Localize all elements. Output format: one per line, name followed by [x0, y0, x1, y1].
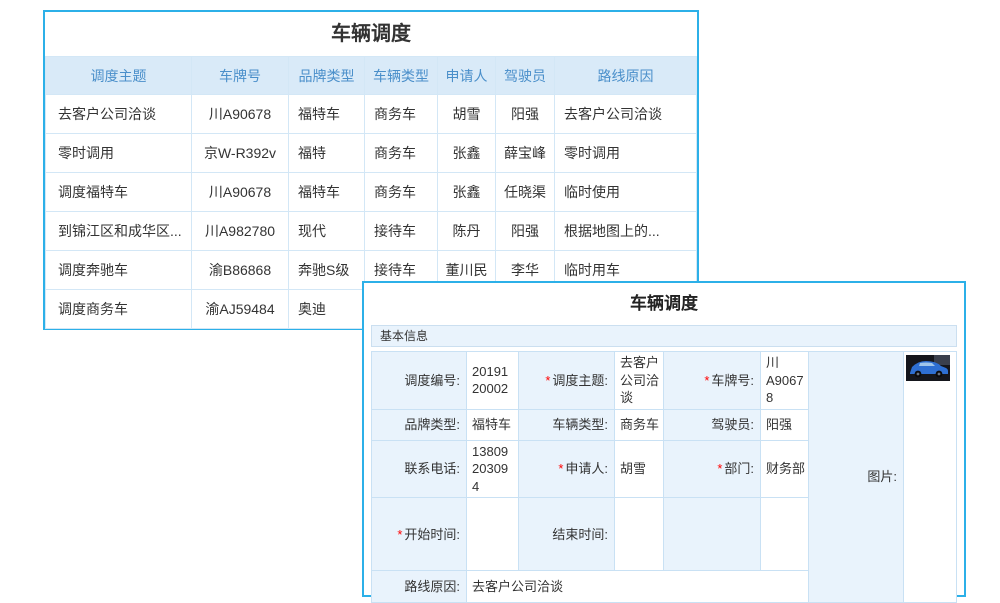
subject-link[interactable]: 到锦江区和成华区... — [46, 212, 192, 251]
start-time-value — [467, 498, 519, 571]
reason-cell: 根据地图上的... — [555, 212, 697, 251]
vtype-value: 商务车 — [615, 409, 664, 440]
image-cell — [904, 352, 957, 603]
table-row: 到锦江区和成华区... 川A982780 现代 接待车 陈丹 阳强 根据地图上的… — [46, 212, 697, 251]
subject-link[interactable]: 调度奔驰车 — [46, 251, 192, 290]
end-time-label: 结束时间: — [519, 498, 615, 571]
table-row: 零时调用 京W-R392v 福特 商务车 张鑫 薛宝峰 零时调用 — [46, 134, 697, 173]
subject-link[interactable]: 零时调用 — [46, 134, 192, 173]
start-time-label: *开始时间: — [372, 498, 467, 571]
vtype-cell: 商务车 — [365, 173, 438, 212]
plate-link[interactable]: 渝AJ59484 — [192, 290, 289, 329]
column-header-driver: 驾驶员 — [496, 57, 555, 95]
car-photo-thumbnail[interactable] — [906, 355, 950, 381]
vtype-cell: 接待车 — [365, 212, 438, 251]
column-header-brand: 品牌类型 — [289, 57, 365, 95]
dept-value: 财务部 — [761, 440, 809, 498]
vtype-cell: 商务车 — [365, 134, 438, 173]
required-marker: * — [558, 461, 563, 476]
required-marker: * — [545, 373, 550, 388]
required-marker: * — [397, 527, 402, 542]
route-reason-value: 去客户公司洽谈 — [467, 571, 809, 603]
plate-link[interactable]: 川A90678 — [192, 173, 289, 212]
plate-label: *车牌号: — [664, 352, 761, 410]
dispatch-no-label: 调度编号: — [372, 352, 467, 410]
plate-link[interactable]: 川A982780 — [192, 212, 289, 251]
form-row: 调度编号: 2019120002 *调度主题: 去客户公司洽谈 *车牌号: 川A… — [372, 352, 957, 410]
subject-label: *调度主题: — [519, 352, 615, 410]
plate-link[interactable]: 渝B86868 — [192, 251, 289, 290]
brand-cell: 福特车 — [289, 95, 365, 134]
plate-link[interactable]: 川A90678 — [192, 95, 289, 134]
column-header-reason: 路线原因 — [555, 57, 697, 95]
driver-link[interactable]: 任晓渠 — [496, 173, 555, 212]
column-header-applicant: 申请人 — [438, 57, 496, 95]
plate-value: 川A90678 — [761, 352, 809, 410]
dispatch-detail-panel: 车辆调度 基本信息 调度编号: 2019120002 *调度主题: 去客户公司洽… — [362, 281, 966, 597]
applicant-cell: 陈丹 — [438, 212, 496, 251]
reason-cell: 去客户公司洽谈 — [555, 95, 697, 134]
driver-label: 驾驶员: — [664, 409, 761, 440]
phone-label: 联系电话: — [372, 440, 467, 498]
end-time-value — [615, 498, 664, 571]
brand-cell: 现代 — [289, 212, 365, 251]
reason-cell: 零时调用 — [555, 134, 697, 173]
brand-cell: 福特 — [289, 134, 365, 173]
detail-form-table: 调度编号: 2019120002 *调度主题: 去客户公司洽谈 *车牌号: 川A… — [371, 351, 957, 603]
subject-link[interactable]: 去客户公司洽谈 — [46, 95, 192, 134]
driver-link[interactable]: 阳强 — [496, 95, 555, 134]
route-reason-label: 路线原因: — [372, 571, 467, 603]
driver-link[interactable]: 薛宝峰 — [496, 134, 555, 173]
reason-cell: 临时使用 — [555, 173, 697, 212]
applicant-label: *申请人: — [519, 440, 615, 498]
table-row: 去客户公司洽谈 川A90678 福特车 商务车 胡雪 阳强 去客户公司洽谈 — [46, 95, 697, 134]
column-header-vtype: 车辆类型 — [365, 57, 438, 95]
brand-value: 福特车 — [467, 409, 519, 440]
image-label: 图片: — [809, 352, 904, 603]
brand-label: 品牌类型: — [372, 409, 467, 440]
column-header-plate: 车牌号 — [192, 57, 289, 95]
required-marker: * — [704, 373, 709, 388]
applicant-value: 胡雪 — [615, 440, 664, 498]
table-row: 调度福特车 川A90678 福特车 商务车 张鑫 任晓渠 临时使用 — [46, 173, 697, 212]
plate-link[interactable]: 京W-R392v — [192, 134, 289, 173]
subject-value: 去客户公司洽谈 — [615, 352, 664, 410]
applicant-cell: 张鑫 — [438, 134, 496, 173]
brand-cell: 福特车 — [289, 173, 365, 212]
list-panel-title: 车辆调度 — [45, 12, 697, 56]
table-header-row: 调度主题 车牌号 品牌类型 车辆类型 申请人 驾驶员 路线原因 — [46, 57, 697, 95]
dept-label: *部门: — [664, 440, 761, 498]
vtype-label: 车辆类型: — [519, 409, 615, 440]
phone-value: 13809203094 — [467, 440, 519, 498]
brand-cell: 奥迪 — [289, 290, 365, 329]
vtype-cell: 商务车 — [365, 95, 438, 134]
subject-link[interactable]: 调度福特车 — [46, 173, 192, 212]
detail-panel-title: 车辆调度 — [364, 283, 964, 325]
applicant-cell: 张鑫 — [438, 173, 496, 212]
empty-label-cell — [664, 498, 761, 571]
driver-link[interactable]: 阳强 — [496, 212, 555, 251]
subject-link[interactable]: 调度商务车 — [46, 290, 192, 329]
basic-info-section-header: 基本信息 — [371, 325, 957, 347]
column-header-subject: 调度主题 — [46, 57, 192, 95]
driver-value: 阳强 — [761, 409, 809, 440]
brand-cell: 奔驰S级 — [289, 251, 365, 290]
dispatch-no-value: 2019120002 — [467, 352, 519, 410]
applicant-cell: 胡雪 — [438, 95, 496, 134]
required-marker: * — [717, 461, 722, 476]
empty-value-cell — [761, 498, 809, 571]
